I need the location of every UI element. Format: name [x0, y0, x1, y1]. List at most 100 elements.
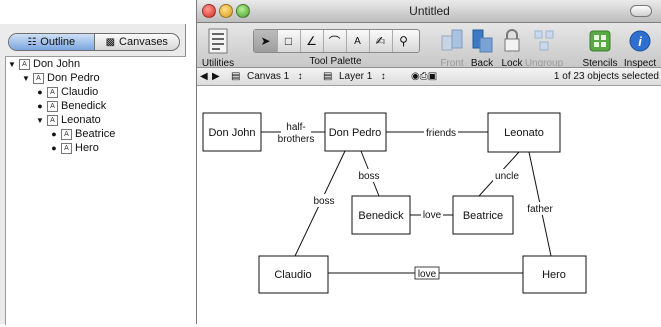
canvas-selector[interactable]: Canvas 1 ↕ [247, 71, 303, 82]
tab-canvases-label: Canvases [119, 36, 168, 48]
node-label: Don John [208, 127, 255, 139]
lock-button[interactable]: Lock [501, 28, 523, 69]
document-window: Untitled Utilities ➤ □ ∠ ⌒ A ✍ ⚲ Tool Pa… [196, 0, 661, 324]
outline-item-don-pedro[interactable]: ▼ A Don Pedro [22, 71, 100, 85]
outline-item-label: Hero [75, 142, 99, 154]
edge-label-half-brothers-line2: brothers [278, 134, 315, 145]
inspect-button[interactable]: i Inspect [624, 28, 656, 69]
stencils-icon [589, 30, 611, 52]
text-a-icon: A [354, 35, 361, 47]
line-tool-button[interactable]: ∠ [300, 30, 324, 52]
bring-to-front-button[interactable]: Front [440, 28, 464, 69]
node-label: Beatrice [463, 210, 503, 222]
outline-item-claudio[interactable]: ● A Claudio [36, 85, 98, 99]
outline-item-don-john[interactable]: ▼ A Don John [8, 57, 80, 71]
toolbar: Utilities ➤ □ ∠ ⌒ A ✍ ⚲ Tool Palette Fro… [197, 23, 661, 69]
outline-item-label: Benedick [61, 100, 107, 112]
outline-item-label: Don Pedro [47, 72, 100, 84]
info-icon: i [629, 30, 651, 52]
node-don-pedro[interactable]: Don Pedro [324, 112, 387, 152]
node-benedick[interactable]: Benedick [351, 195, 411, 235]
node-leonato[interactable]: Leonato [487, 112, 561, 153]
bullet-icon: ● [51, 143, 57, 153]
svg-text:i: i [638, 34, 642, 49]
disclosure-triangle-icon[interactable]: ▼ [22, 74, 30, 83]
node-claudio[interactable]: Claudio [258, 255, 329, 294]
magnifier-icon: ⚲ [399, 34, 408, 48]
text-node-icon: A [33, 72, 44, 84]
utilities-button[interactable]: Utilities [202, 28, 234, 69]
outline-item-label: Claudio [61, 86, 99, 98]
node-label: Hero [542, 269, 566, 281]
outline-item-hero[interactable]: ● A Hero [50, 141, 99, 155]
outline-item-beatrice[interactable]: ● A Beatrice [50, 127, 115, 141]
stencils-button[interactable]: Stencils [582, 28, 618, 69]
tab-outline-label: Outline [40, 36, 76, 48]
node-label: Leonato [504, 127, 544, 139]
outline-tree-icon: ☷ [27, 36, 37, 48]
bring-front-icon [441, 29, 463, 51]
style-brush-tool-button[interactable]: ✍ [369, 30, 393, 52]
disclosure-triangle-icon[interactable]: ▼ [8, 60, 16, 69]
outline-item-benedick[interactable]: ● A Benedick [36, 99, 106, 113]
toolbar-toggle-button[interactable] [630, 5, 652, 17]
outline-item-leonato[interactable]: ▼ A Leonato [36, 113, 101, 127]
outline-item-label: Don John [33, 58, 81, 70]
layer-name: Layer 1 [339, 71, 373, 82]
node-beatrice[interactable]: Beatrice [452, 195, 514, 235]
outline-item-label: Leonato [61, 114, 101, 126]
disclosure-triangle-icon[interactable]: ▼ [36, 116, 44, 125]
node-label: Claudio [274, 269, 311, 281]
send-to-back-button[interactable]: Back [471, 28, 493, 69]
canvas-status-bar: ◀ ▶ ▤ Canvas 1 ↕ ▤ Layer 1 ↕ ◉⎙▣ 1 of 23… [197, 68, 661, 86]
ungroup-icon [534, 30, 554, 51]
text-node-icon: A [61, 142, 72, 154]
layer-selector[interactable]: Layer 1 ↕ [339, 71, 386, 82]
node-don-john[interactable]: Don John [202, 112, 262, 152]
text-node-icon: A [47, 114, 58, 126]
edge-label-boss-claudio: boss [313, 196, 334, 207]
popup-arrows-icon: ↕ [292, 71, 303, 82]
curve-tool-button[interactable]: ⌒ [323, 30, 347, 52]
ungroup-button[interactable]: Ungroup [525, 28, 563, 69]
window-title: Untitled [409, 4, 450, 18]
edge-label-half-brothers-line1: half- [286, 122, 305, 133]
tab-outline[interactable]: ☷ Outline [9, 34, 95, 50]
edge-label-uncle: uncle [495, 171, 519, 182]
back-nav-arrow-icon[interactable]: ◀ [200, 71, 208, 82]
tab-canvases[interactable]: ▩ Canvases [95, 34, 180, 50]
pointer-tool-button[interactable]: ➤ [254, 30, 278, 52]
edge-label-love-claudio-hero: love [418, 269, 437, 280]
relationship-diagram[interactable]: half- brothers friends boss boss uncle f… [197, 86, 661, 324]
drawing-canvas[interactable]: half- brothers friends boss boss uncle f… [197, 86, 661, 324]
text-node-icon: A [47, 100, 58, 112]
tool-palette: ➤ □ ∠ ⌒ A ✍ ⚲ [253, 29, 420, 53]
edge-label-friends: friends [426, 128, 456, 139]
layer-icon: ▤ [323, 71, 333, 82]
bullet-icon: ● [51, 129, 57, 139]
edge-label-love-benedick-beatrice: love [423, 210, 442, 221]
magnify-tool-button[interactable]: ⚲ [392, 30, 415, 52]
brush-icon: ✍ [375, 34, 386, 48]
selection-status: 1 of 23 objects selected [553, 71, 659, 82]
text-node-icon: A [19, 58, 30, 70]
bullet-icon: ● [37, 87, 43, 97]
sidebar-segmented-control: ☷ Outline ▩ Canvases [8, 33, 180, 51]
line-pen-icon: ∠ [306, 34, 317, 48]
lock-icon [504, 29, 520, 52]
shape-tool-button[interactable]: □ [277, 30, 301, 52]
canvas-name: Canvas 1 [247, 71, 290, 82]
text-tool-button[interactable]: A [346, 30, 370, 52]
pointer-arrow-icon: ➤ [260, 34, 271, 48]
send-back-icon [472, 29, 493, 53]
canvas-icon: ▤ [231, 71, 241, 82]
title-bar[interactable]: Untitled [197, 0, 661, 23]
layer-visibility-icons[interactable]: ◉⎙▣ [411, 71, 437, 82]
node-hero[interactable]: Hero [522, 255, 587, 294]
edge-label-boss-benedick: boss [358, 171, 379, 182]
utilities-icon [208, 28, 228, 54]
text-node-icon: A [61, 128, 72, 140]
forward-nav-arrow-icon[interactable]: ▶ [212, 71, 220, 82]
outline-sidebar: ☷ Outline ▩ Canvases ▼ A Don John ▼ A Do… [0, 24, 186, 325]
curve-icon: ⌒ [328, 34, 341, 49]
